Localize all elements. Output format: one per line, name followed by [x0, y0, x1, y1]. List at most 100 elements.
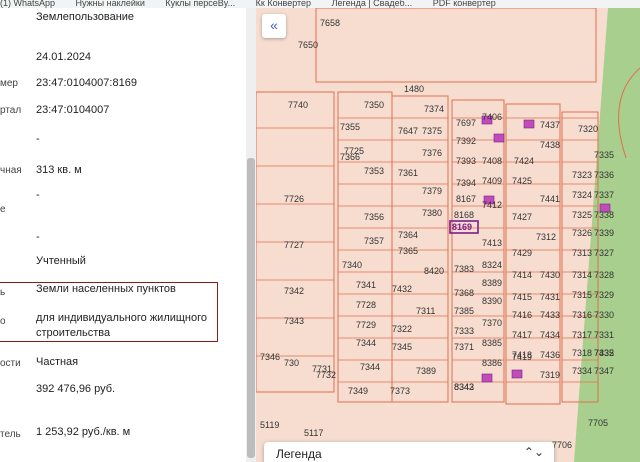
parcel-label: 7728 — [356, 300, 376, 310]
parcel-label: 7425 — [512, 176, 532, 186]
parcel-label: 7357 — [364, 236, 384, 246]
parcel-label: 7433 — [540, 310, 560, 320]
specific-value-value: 1 253,92 руб./кв. м — [36, 426, 131, 438]
parcel-label: 7383 — [454, 264, 474, 274]
bookmark-whatsapp[interactable]: (1) WhatsApp — [0, 0, 55, 8]
bookmark-converter[interactable]: Кк Конвертер — [256, 0, 311, 8]
parcel-label: 8343 — [454, 382, 474, 392]
parcel-label: 7417 — [512, 330, 532, 340]
parcel-label: 8169 — [452, 222, 472, 232]
parcel-label: 7341 — [356, 280, 376, 290]
quarter-label: ртал — [0, 105, 22, 116]
scrollbar-track[interactable] — [246, 8, 256, 462]
parcel-label: 7355 — [340, 122, 360, 132]
parcel-label: 7697 — [456, 118, 476, 128]
parcel-label: 7393 — [456, 156, 476, 166]
date-value: 24.01.2024 — [36, 51, 92, 63]
use-label: о — [0, 316, 6, 327]
parcel-label: 7328 — [594, 270, 614, 280]
parcel-label: 7434 — [540, 330, 560, 340]
building-mark — [493, 133, 505, 143]
parcel-label: 7373 — [390, 386, 410, 396]
parcel-label: 8386 — [482, 358, 502, 368]
bookmark-stickers[interactable]: Нужны наклейки — [76, 0, 145, 8]
parcel-label: 7430 — [540, 270, 560, 280]
parcel-label: 7337 — [594, 190, 614, 200]
parcel-label: 8385 — [482, 338, 502, 348]
parcel-label: 7441 — [540, 194, 560, 204]
purpose-value: Землепользование — [36, 11, 135, 23]
bookmark-dolls[interactable]: Куклы персеBy... — [165, 0, 235, 8]
parcel-label: 7368 — [454, 288, 474, 298]
parcel-label: 7342 — [284, 286, 304, 296]
parcel-label: 7353 — [364, 166, 384, 176]
parcel-info-panel: Землепользование 24.01.2024 мер 23:47:01… — [0, 8, 256, 462]
cad-number-label: мер — [0, 78, 18, 89]
map-blocks — [256, 8, 599, 405]
map-labels: 1480 7658 7650 7740 7350 7374 7697 7406 7437 7320… — [260, 18, 614, 450]
bookmark-legend[interactable]: Легенда | Свадеб... — [332, 0, 413, 8]
parcel-label: 7324 — [572, 190, 592, 200]
map-canvas[interactable]: 1480 7658 7650 7740 7350 7374 7697 7406 7437 7320… — [256, 8, 640, 462]
cad-value-value: 392 476,96 руб. — [36, 383, 116, 395]
bookmarks-bar: (1) WhatsApp Нужны наклейки Куклы персеB… — [0, 0, 640, 8]
parcel-label: 7340 — [342, 260, 362, 270]
parcel-label: 5119 — [260, 420, 279, 430]
cadastral-map[interactable]: 1480 7658 7650 7740 7350 7374 7697 7406 7437 7320… — [256, 8, 640, 462]
use-value-line2: строительства — [36, 327, 111, 339]
parcel-label: 8420 — [424, 266, 444, 276]
parcel-label: 7313 — [572, 248, 592, 258]
area-label: чная — [0, 165, 22, 176]
building-mark — [511, 369, 523, 379]
parcel-label: 7650 — [298, 40, 318, 50]
parcel-label: 7343 — [284, 316, 304, 326]
parcel-label: 8324 — [482, 260, 502, 270]
parcel-label: 7339 — [594, 228, 614, 238]
parcel-label: 7344 — [356, 338, 376, 348]
parcel-label: 7322 — [392, 324, 412, 334]
parcel-label: 7325 — [572, 210, 592, 220]
parcel-label: 7330 — [594, 310, 614, 320]
parcel-label: 7356 — [364, 212, 384, 222]
parcel-label: 7346 — [260, 352, 280, 362]
parcel-label: 7370 — [482, 318, 502, 328]
parcel-label: 8389 — [482, 278, 502, 288]
parcel-label: 7732 — [316, 370, 336, 380]
parcel-label: 8167 — [456, 194, 476, 204]
parcel-label: 7314 — [572, 270, 592, 280]
parcel-label: 7413 — [482, 238, 502, 248]
parcel-label: 7385 — [454, 306, 474, 316]
use-value-line1: для индивидуального жилищного — [36, 312, 208, 324]
parcel-label: 7350 — [364, 100, 384, 110]
parcel-label: 7316 — [572, 310, 592, 320]
cad-number-value: 23:47:0104007:8169 — [36, 77, 137, 89]
parcel-label: 7315 — [572, 290, 592, 300]
map-block — [337, 91, 393, 403]
parcel-label: 7392 — [456, 136, 476, 146]
parcel-label: 7414 — [512, 270, 532, 280]
dash-value-2: - — [36, 189, 40, 201]
parcel-label: 7375 — [422, 126, 442, 136]
dash-value-1: - — [36, 133, 40, 145]
legend-dropdown[interactable]: Легенда ⌃⌄ — [264, 442, 554, 462]
collapse-panel-button[interactable]: « — [262, 14, 286, 38]
legend-label: Легенда — [276, 447, 322, 461]
parcel-label: 7333 — [454, 326, 474, 336]
specific-value-label: тель — [0, 429, 21, 440]
parcel-label: 7408 — [482, 156, 502, 166]
parcel-label: 7740 — [288, 100, 308, 110]
parcel-label: 7336 — [594, 170, 614, 180]
parcel-label: 7647 — [398, 126, 418, 136]
parcel-label: 7424 — [514, 156, 534, 166]
parcel-label: 7334 — [572, 366, 592, 376]
parcel-label: 7437 — [540, 120, 560, 130]
parcel-label: 7436 — [540, 350, 560, 360]
scrollbar-thumb[interactable] — [247, 158, 255, 458]
parcel-label: 7419 — [512, 352, 532, 362]
parcel-label: 7429 — [512, 248, 532, 258]
parcel-label: 7389 — [416, 366, 436, 376]
parcel-label: 7379 — [422, 186, 442, 196]
parcel-label: 7361 — [398, 168, 418, 178]
parcel-label: 7416 — [512, 310, 532, 320]
bookmark-pdf-converter[interactable]: PDF конвертер — [433, 0, 496, 8]
